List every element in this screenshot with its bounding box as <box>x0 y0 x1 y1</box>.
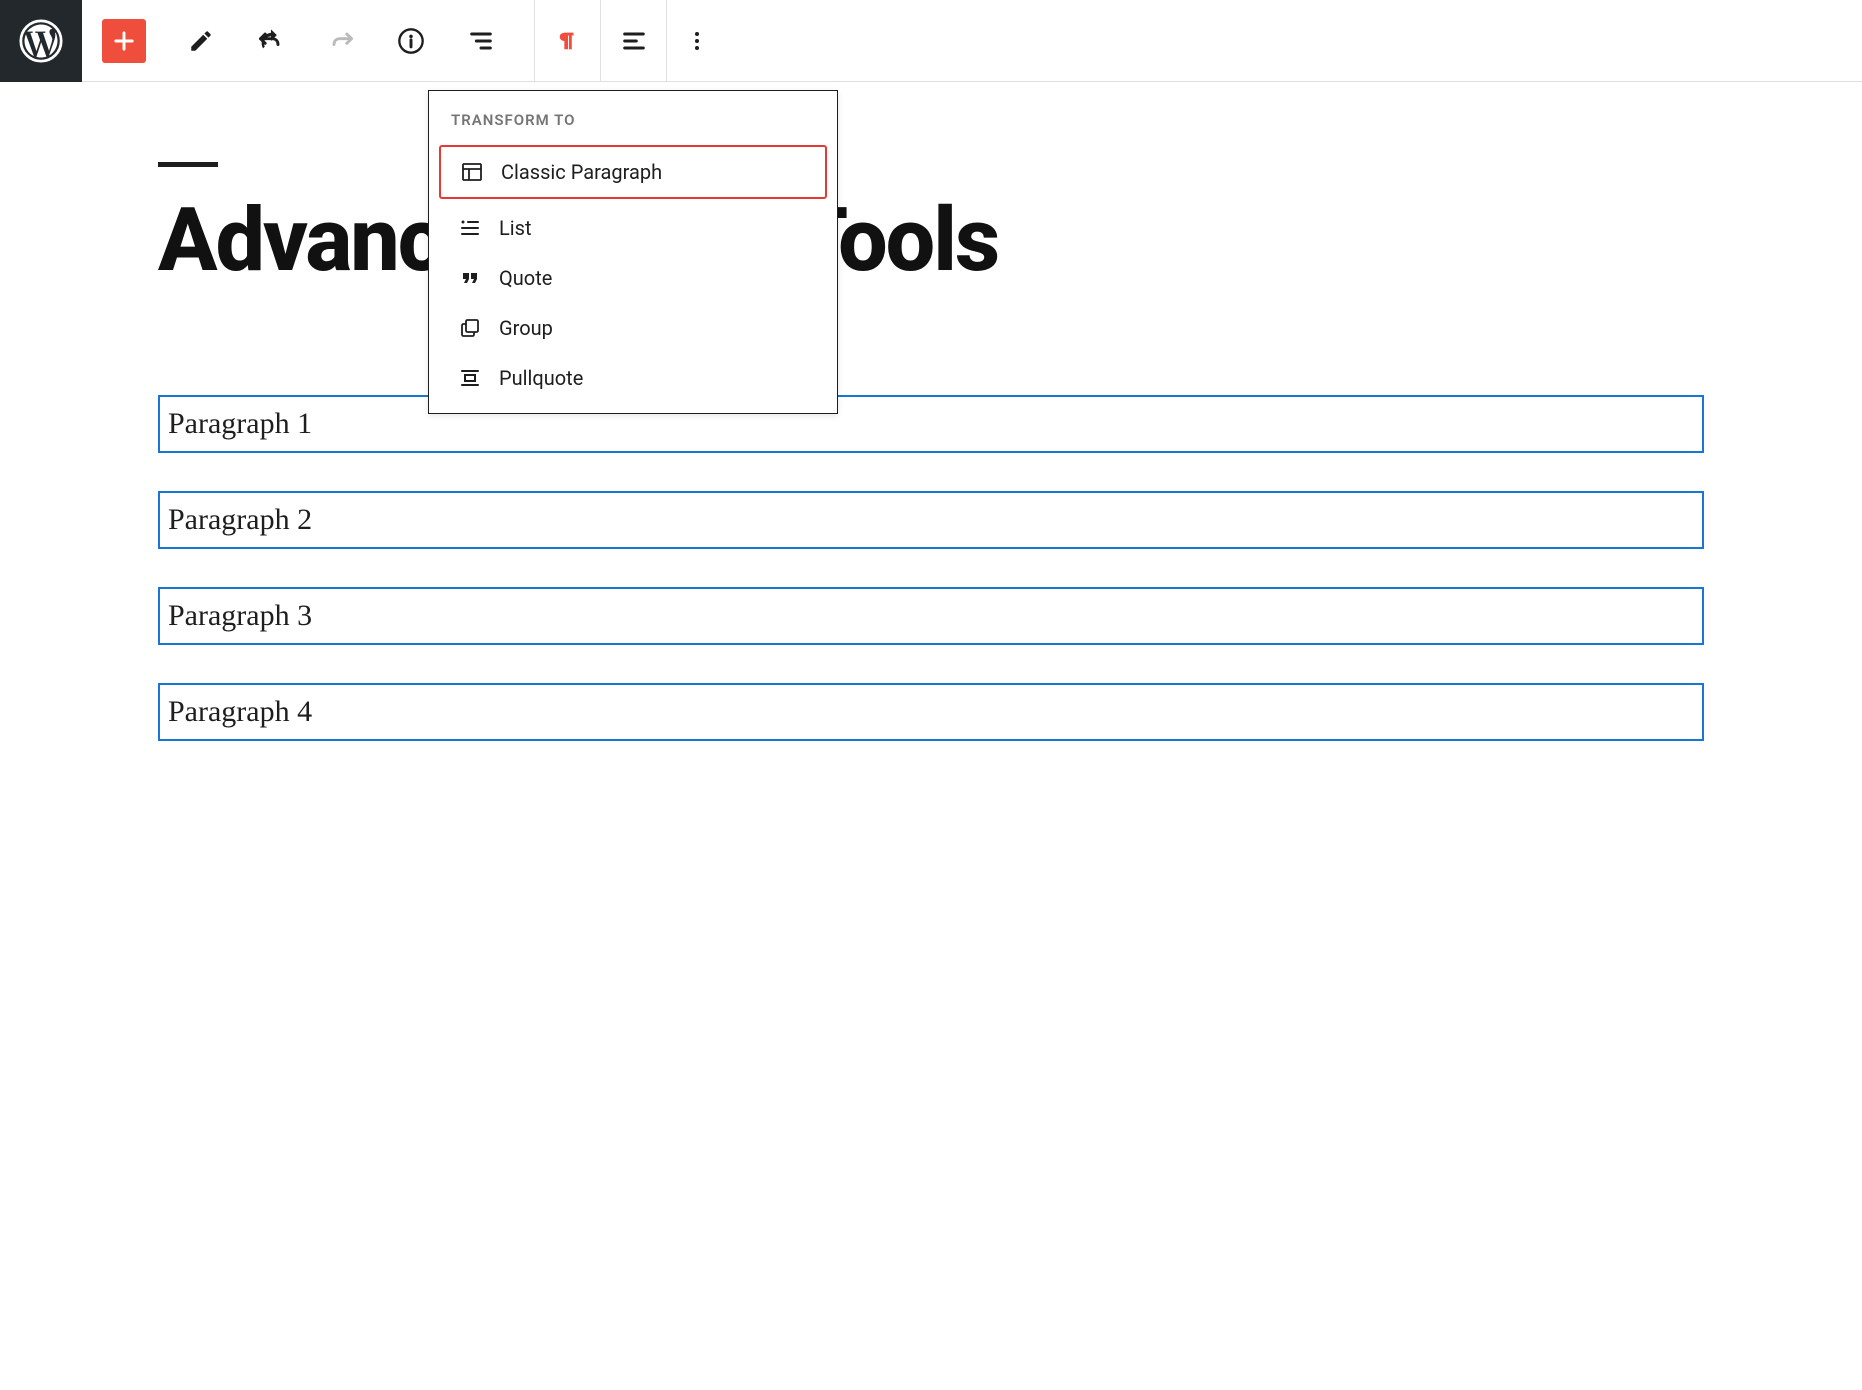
more-options-button[interactable] <box>667 0 727 82</box>
top-toolbar <box>0 0 1862 82</box>
dropdown-item-label: Pullquote <box>499 366 583 390</box>
undo-icon <box>257 27 285 55</box>
wordpress-icon <box>19 19 63 63</box>
page-title[interactable]: Advanced Editor Tools <box>158 197 1704 285</box>
wordpress-logo[interactable] <box>0 0 82 82</box>
paragraph-block[interactable]: Paragraph 3 <box>158 587 1704 645</box>
align-button[interactable] <box>601 0 667 82</box>
dropdown-header: TRANSFORM TO <box>429 91 837 141</box>
editor-toolbar-group <box>82 0 516 81</box>
pencil-icon <box>188 28 214 54</box>
outline-icon <box>467 27 495 55</box>
block-type-button[interactable] <box>535 0 601 82</box>
pullquote-icon <box>457 365 483 391</box>
transform-dropdown: TRANSFORM TO Classic Paragraph List Quot… <box>428 90 838 414</box>
dropdown-item-label: List <box>499 216 532 240</box>
paragraph-block[interactable]: Paragraph 2 <box>158 491 1704 549</box>
add-block-button[interactable] <box>102 19 146 63</box>
redo-icon <box>327 27 355 55</box>
dropdown-item-group[interactable]: Group <box>439 303 827 353</box>
dropdown-item-pullquote[interactable]: Pullquote <box>439 353 827 403</box>
info-icon <box>397 27 425 55</box>
list-icon <box>457 215 483 241</box>
title-divider <box>158 162 218 167</box>
classic-paragraph-icon <box>459 159 485 185</box>
dropdown-item-label: Classic Paragraph <box>501 160 662 184</box>
paragraph-block[interactable]: Paragraph 4 <box>158 683 1704 741</box>
dropdown-item-label: Quote <box>499 266 552 290</box>
block-toolbar <box>534 0 727 82</box>
paragraph-block[interactable]: Paragraph 1 <box>158 395 1704 453</box>
plus-icon <box>110 27 138 55</box>
outline-button[interactable] <box>456 16 506 66</box>
undo-button[interactable] <box>246 16 296 66</box>
editor-content: Advanced Editor Tools Paragraph 1 Paragr… <box>0 82 1862 741</box>
dropdown-item-quote[interactable]: Quote <box>439 253 827 303</box>
redo-button[interactable] <box>316 16 366 66</box>
dropdown-item-label: Group <box>499 316 553 340</box>
edit-tools-button[interactable] <box>176 16 226 66</box>
align-left-icon <box>620 27 648 55</box>
quote-icon <box>457 265 483 291</box>
dropdown-item-classic-paragraph[interactable]: Classic Paragraph <box>439 145 827 199</box>
group-icon <box>457 315 483 341</box>
paragraph-icon <box>557 28 579 54</box>
info-button[interactable] <box>386 16 436 66</box>
dropdown-item-list[interactable]: List <box>439 203 827 253</box>
dots-vertical-icon <box>685 29 709 53</box>
